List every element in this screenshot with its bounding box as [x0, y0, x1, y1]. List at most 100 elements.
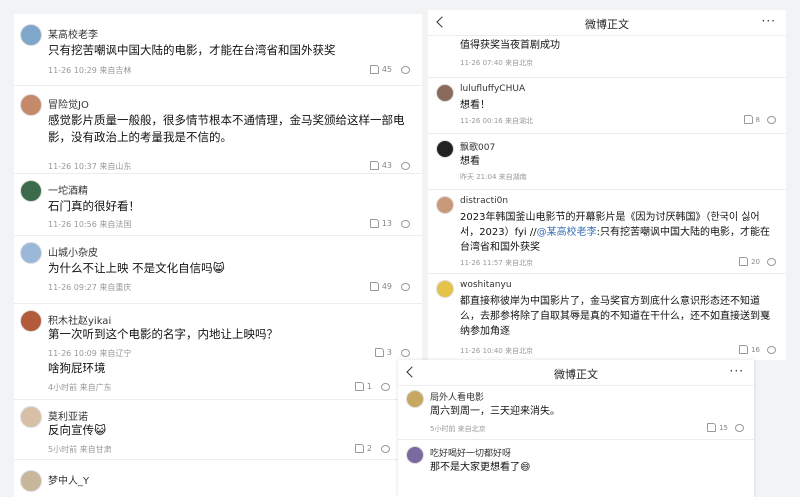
- comment-item: 某高校老李 只有挖苦嘲讽中国大陆的电影，才能在台湾省和国外获奖 11-26 10…: [14, 14, 422, 86]
- comment-text: 啥狗屁环境: [48, 361, 106, 375]
- like-button[interactable]: 16: [739, 345, 760, 354]
- comment-username[interactable]: distracti0n: [460, 196, 508, 206]
- page-title: 微博正文: [585, 18, 629, 31]
- comment-text: 只有挖苦嘲讽中国大陆的电影，才能在台湾省和国外获奖: [48, 43, 336, 57]
- avatar[interactable]: [20, 470, 42, 492]
- like-count: 20: [751, 257, 760, 266]
- comment-meta: 4小时前 来自广东: [48, 383, 112, 392]
- comment-username[interactable]: 山城小杂皮: [48, 244, 98, 259]
- reply-icon[interactable]: [401, 349, 410, 357]
- like-count: 15: [719, 423, 728, 432]
- reply-icon[interactable]: [401, 220, 410, 228]
- reply-icon[interactable]: [401, 283, 410, 291]
- reply-icon[interactable]: [381, 383, 390, 391]
- comment-text: 想看: [460, 156, 480, 167]
- like-count: 2: [366, 444, 372, 453]
- reply-icon[interactable]: [767, 258, 776, 266]
- like-count: 43: [381, 161, 392, 170]
- comment-text: 想看！: [460, 100, 490, 111]
- like-button[interactable]: 2: [354, 444, 372, 453]
- comment-username[interactable]: woshitanyu: [460, 280, 512, 290]
- comment-username[interactable]: 莫利亚诺: [48, 408, 88, 423]
- like-button[interactable]: 49: [369, 282, 392, 291]
- avatar[interactable]: [20, 310, 42, 332]
- comment-meta: 昨天 21:04 来自湖南: [460, 173, 527, 181]
- thumbs-up-icon: [354, 444, 364, 453]
- comment-meta: 11-26 10:56 来自法国: [48, 220, 132, 229]
- avatar[interactable]: [406, 446, 424, 464]
- comment-text: 值得获奖当夜首剧成功: [460, 40, 560, 51]
- comment-text: 第一次听到这个电影的名字，内地让上映吗？: [48, 327, 278, 341]
- thumbs-up-icon: [369, 65, 379, 74]
- comment-item: 吃好喝好一切都好呀 那不是大家更想看了😄: [398, 440, 754, 497]
- comment-text: 都直接称彼岸为中国影片了，金马奖官方到底什么意识形态还不知道么，去那参将除了自取…: [460, 296, 770, 337]
- like-count: 3: [386, 348, 392, 357]
- like-button[interactable]: 20: [739, 257, 760, 266]
- avatar[interactable]: [20, 94, 42, 116]
- avatar[interactable]: [20, 24, 42, 46]
- left-comment-panel: 某高校老李 只有挖苦嘲讽中国大陆的电影，才能在台湾省和国外获奖 11-26 10…: [14, 14, 422, 497]
- comment-username[interactable]: 吃好喝好一切都好呀: [430, 446, 511, 459]
- reply-icon[interactable]: [401, 66, 410, 74]
- like-count: 16: [751, 345, 760, 354]
- comment-item: 值得获奖当夜首剧成功 11-26 07:40 来自北京: [428, 36, 786, 78]
- more-icon[interactable]: ···: [762, 14, 776, 28]
- comment-item: 山城小杂皮 为什么不让上映 不是文化自信吗😸 11-26 09:27 来自重庆 …: [14, 236, 422, 304]
- comment-username[interactable]: lulufluffyCHUA: [460, 84, 525, 94]
- thumbs-up-icon: [369, 161, 379, 170]
- like-button[interactable]: 3: [374, 348, 392, 357]
- mention-link[interactable]: @某高校老李: [537, 227, 597, 238]
- comment-item: 飘歌007 想看 昨天 21:04 来自湖南: [428, 134, 786, 190]
- comment-username[interactable]: 积木社赵yikai: [48, 312, 111, 327]
- like-button[interactable]: 13: [369, 219, 392, 228]
- like-button[interactable]: 8: [743, 115, 760, 124]
- nav-header: 微博正文 ···: [398, 360, 754, 386]
- comment-username[interactable]: 局外人看电影: [430, 390, 484, 403]
- comment-item: 莫利亚诺 反向宣传😺 5小时前 来自甘肃 2: [14, 400, 422, 460]
- avatar[interactable]: [436, 84, 454, 102]
- comment-username[interactable]: 一坨酒精: [48, 182, 88, 197]
- page-title: 微博正文: [554, 368, 598, 381]
- avatar[interactable]: [436, 140, 454, 158]
- reply-icon[interactable]: [735, 424, 744, 432]
- reply-icon[interactable]: [401, 162, 410, 170]
- like-button[interactable]: 15: [707, 423, 728, 432]
- comment-meta: 11-26 09:27 来自重庆: [48, 283, 132, 292]
- comment-item: lulufluffyCHUA 想看！ 11-26 00:16 来自湖北 8: [428, 78, 786, 134]
- like-button[interactable]: 45: [369, 65, 392, 74]
- comment-meta: 11-26 07:40 来自北京: [460, 59, 533, 67]
- thumbs-up-icon: [369, 219, 379, 228]
- avatar[interactable]: [20, 242, 42, 264]
- comment-meta: 5小时前 来自北京: [430, 425, 486, 433]
- weibo-detail-panel-2: 微博正文 ··· 局外人看电影 周六到周一，三天迎来消失。 5小时前 来自北京 …: [398, 360, 754, 497]
- comment-meta: 11-26 10:37 来自山东: [48, 162, 132, 171]
- like-count: 45: [381, 65, 392, 74]
- like-count: 1: [366, 382, 372, 391]
- avatar[interactable]: [20, 406, 42, 428]
- like-button[interactable]: 1: [354, 382, 372, 391]
- comment-item: 梦中人_Y: [14, 460, 422, 497]
- avatar[interactable]: [406, 390, 424, 408]
- like-count: 8: [755, 115, 760, 124]
- reply-icon[interactable]: [767, 346, 776, 354]
- comment-username[interactable]: 冒险觉JO: [48, 96, 89, 111]
- comment-item: distracti0n 2023年韩国釜山电影节的开幕影片是《因为讨厌韩国》（한…: [428, 190, 786, 274]
- comment-username[interactable]: 梦中人_Y: [48, 472, 89, 487]
- comment-username[interactable]: 某高校老李: [48, 26, 98, 41]
- comment-username[interactable]: 飘歌007: [460, 140, 495, 153]
- like-button[interactable]: 43: [369, 161, 392, 170]
- reply-icon[interactable]: [381, 445, 390, 453]
- comment-meta: 5小时前 来自甘肃: [48, 445, 112, 454]
- comment-text: 感觉影片质量一般般，很多情节根本不通情理，金马奖颁给这样一部电影，没有政治上的考…: [48, 113, 405, 144]
- avatar[interactable]: [436, 280, 454, 298]
- thumbs-up-icon: [707, 423, 717, 432]
- nav-header: 微博正文 ···: [428, 10, 786, 36]
- comment-item: 冒险觉JO 感觉影片质量一般般，很多情节根本不通情理，金马奖颁给这样一部电影，没…: [14, 86, 422, 174]
- avatar[interactable]: [20, 180, 42, 202]
- comment-meta: 11-26 00:16 来自湖北: [460, 117, 533, 125]
- reply-icon[interactable]: [767, 116, 776, 124]
- comment-item: woshitanyu 都直接称彼岸为中国影片了，金马奖官方到底什么意识形态还不知…: [428, 274, 786, 360]
- more-icon[interactable]: ···: [730, 364, 744, 378]
- avatar[interactable]: [436, 196, 454, 214]
- thumbs-up-icon: [739, 257, 749, 266]
